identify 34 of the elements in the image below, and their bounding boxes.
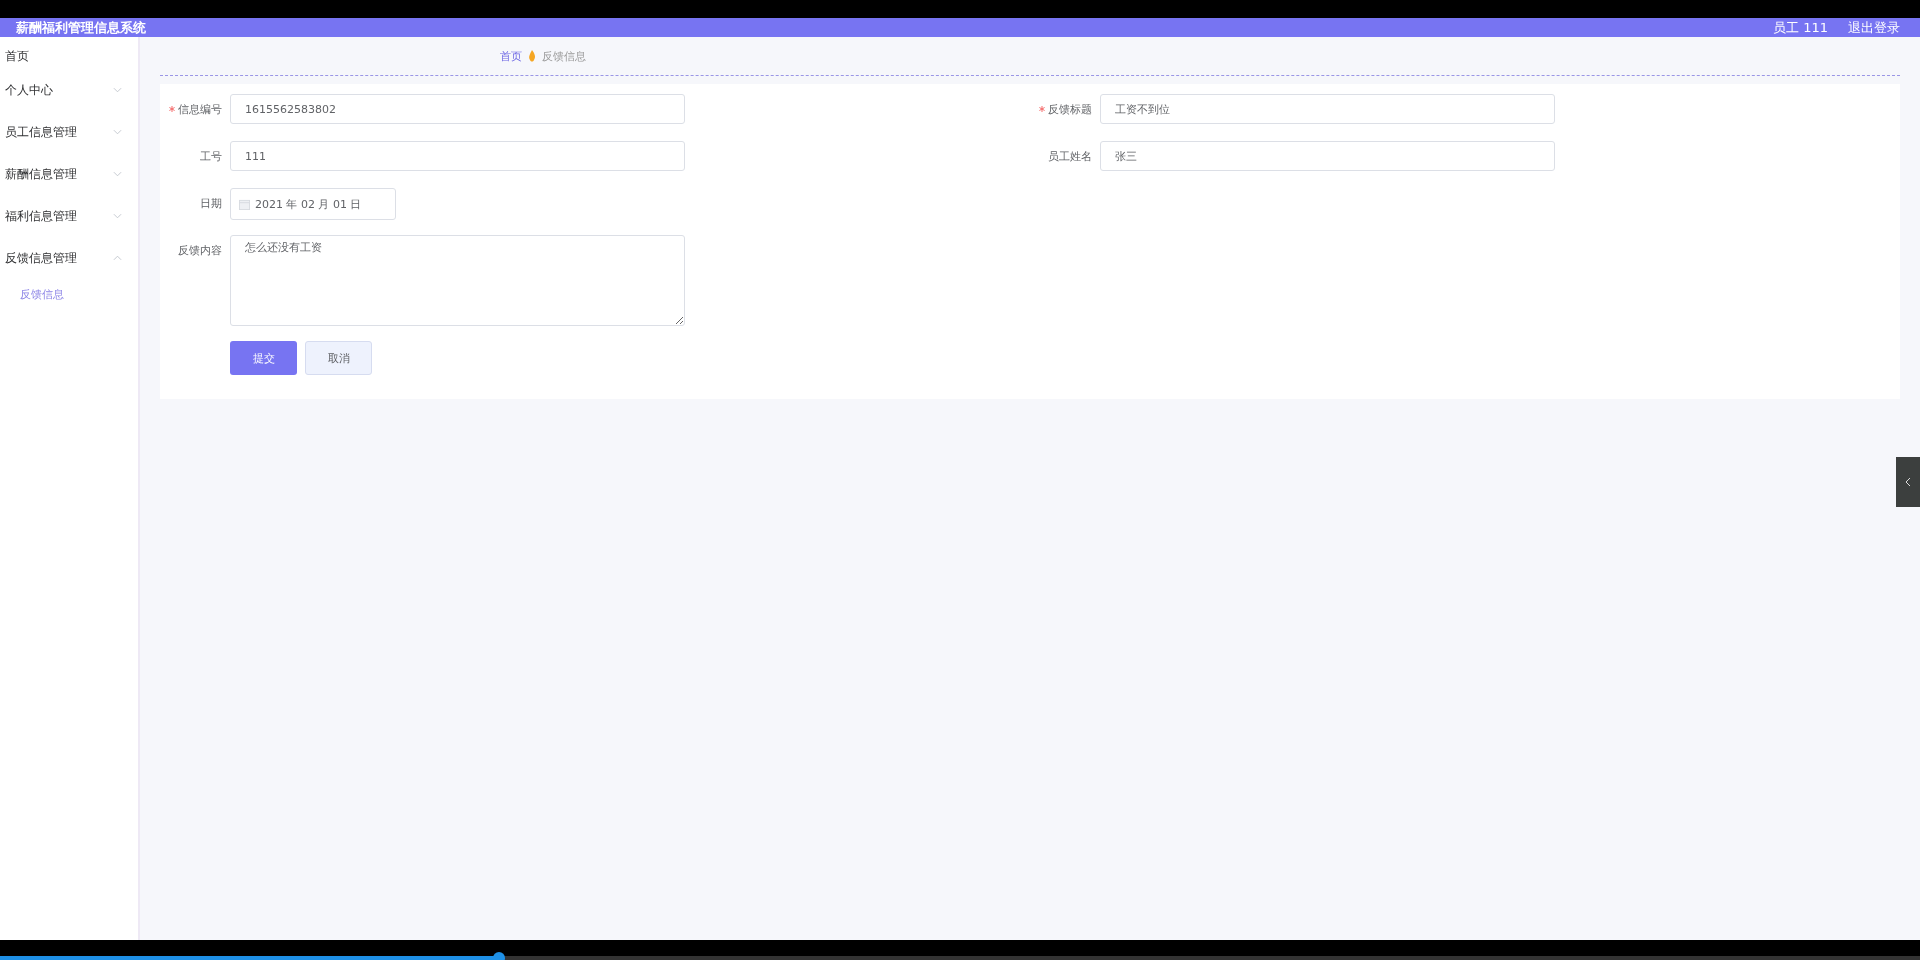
sidebar-item[interactable]: 反馈信息管理 (0, 237, 138, 279)
logout-link[interactable]: 退出登录 (1848, 18, 1900, 37)
input-field[interactable]: 111 (230, 141, 685, 171)
field-label: 反馈标题 (1030, 94, 1100, 126)
chevron-left-icon (1905, 477, 1911, 487)
breadcrumb-item: 反馈信息 (542, 48, 586, 64)
field-label: 信息编号 (160, 94, 230, 126)
sidebar-item[interactable]: 员工信息管理 (0, 111, 138, 153)
input-field[interactable]: 工资不到位 (1100, 94, 1555, 124)
app-title: 薪酬福利管理信息系统 (16, 18, 146, 37)
input-field[interactable]: 1615562583802 (230, 94, 685, 124)
cancel-button[interactable]: 取消 (305, 341, 372, 375)
video-progress-bar[interactable] (0, 940, 1920, 960)
sidebar-item[interactable]: 薪酬信息管理 (0, 153, 138, 195)
progress-handle[interactable] (493, 952, 506, 960)
flame-icon (528, 50, 536, 62)
sidebar-item[interactable]: 首页 (0, 43, 138, 69)
field-label: 员工姓名 (1047, 149, 1093, 165)
text-area[interactable]: 怎么还没有工资 (230, 235, 685, 326)
breadcrumb-item[interactable]: 首页 (500, 48, 522, 64)
collapse-handle[interactable] (1896, 457, 1920, 507)
sidebar-subitem[interactable]: 反馈信息 (0, 279, 138, 309)
date-field[interactable]: 2021 年 02 月 01 日 (230, 188, 396, 220)
calendar-icon (239, 198, 250, 210)
sidebar-item[interactable]: 福利信息管理 (0, 195, 138, 237)
field-label: 日期 (199, 196, 223, 212)
input-field[interactable]: 张三 (1100, 141, 1555, 171)
submit-button[interactable]: 提交 (230, 341, 297, 375)
field-label: 工号 (199, 149, 223, 165)
sidebar-item[interactable]: 个人中心 (0, 69, 138, 111)
field-label: 反馈内容 (177, 243, 223, 259)
required-icon (169, 106, 175, 112)
required-icon (1039, 106, 1045, 112)
user-name: 员工 111 (1773, 18, 1828, 37)
